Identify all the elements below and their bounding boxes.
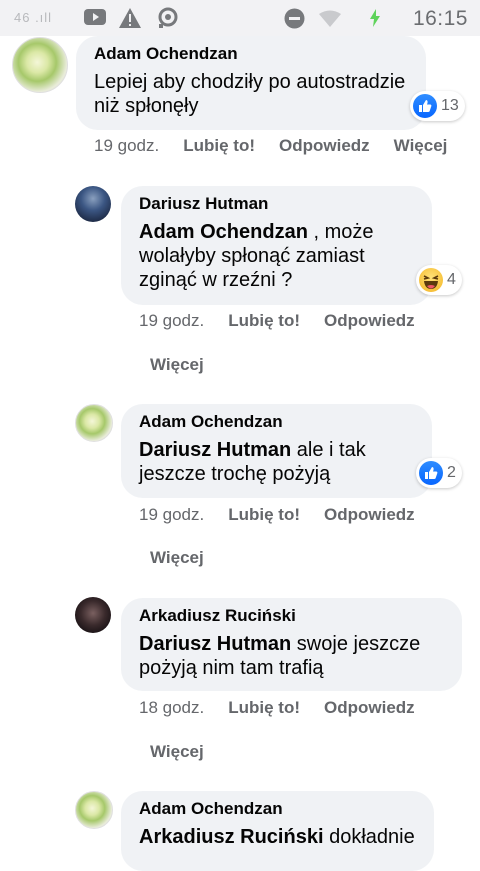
avatar[interactable] [75,597,111,633]
mention-link[interactable]: Arkadiusz Ruciński [139,826,324,848]
comment-text: Dariusz Hutman swoje jeszcze pożyją nim … [139,632,444,680]
like-button[interactable]: Lubię to! [183,136,255,156]
location-icon [156,7,180,34]
comment-bubble[interactable]: Adam Ochendzan Arkadiusz Ruciński dokład… [121,791,434,871]
signal-icon: 46 .ıll [14,10,53,25]
battery-icon [368,8,382,33]
reply-button[interactable]: Odpowiedz [279,136,370,156]
youtube-icon [84,8,106,31]
comment-actions: 19 godz. Lubię to! Odpowiedz Więcej [94,136,471,156]
comment-author[interactable]: Adam Ochendzan [139,799,416,819]
avatar[interactable] [12,37,68,93]
more-button[interactable]: Więcej [150,742,204,762]
comment-text: Adam Ochendzan , może wolałyby spłonąć z… [139,220,414,292]
comment-bubble[interactable]: Dariusz Hutman Adam Ochendzan , może wol… [121,186,432,305]
comment-author[interactable]: Arkadiusz Ruciński [139,606,444,626]
like-button[interactable]: Lubię to! [228,505,300,525]
status-bar: 46 .ıll 16:15 [0,0,480,36]
reply-button[interactable]: Odpowiedz [324,698,415,718]
reaction-count: 13 [441,97,459,114]
reply-button[interactable]: Odpowiedz [324,311,415,331]
more-button[interactable]: Więcej [394,136,448,156]
comment-time: 19 godz. [94,136,160,155]
reaction-count: 2 [447,464,456,481]
reaction-badge[interactable]: 13 [410,91,465,121]
wifi-icon [318,10,342,33]
like-button[interactable]: Lubię to! [228,311,300,331]
dnd-icon [284,8,305,34]
comment-time: 18 godz. [139,698,205,717]
like-button[interactable]: Lubię to! [228,698,300,718]
mention-link[interactable]: Adam Ochendzan [139,221,308,243]
avatar[interactable] [75,186,111,222]
mention-link[interactable]: Dariusz Hutman [139,633,291,655]
comment-bubble[interactable]: Adam Ochendzan Dariusz Hutman ale i tak … [121,404,432,498]
reaction-badge[interactable]: 4 [416,265,462,295]
comment-body: dokładnie [323,826,415,848]
comment-actions: 19 godz. Lubię to! Odpowiedz [139,505,439,525]
thumbs-up-icon [413,94,437,118]
warning-icon [118,7,142,34]
more-button[interactable]: Więcej [150,355,204,375]
haha-icon [419,268,443,292]
comment-text: Dariusz Hutman ale i tak jeszcze trochę … [139,438,414,486]
comment-bubble[interactable]: Adam Ochendzan Lepiej aby chodziły po au… [76,36,426,130]
comment-author[interactable]: Adam Ochendzan [94,44,408,64]
comment-actions: 19 godz. Lubię to! Odpowiedz [139,311,439,331]
status-time: 16:15 [412,7,468,30]
avatar[interactable] [75,404,113,442]
comment-time: 19 godz. [139,311,205,330]
comment-actions: 18 godz. Lubię to! Odpowiedz [139,698,439,718]
reaction-count: 4 [447,271,456,288]
comment-author[interactable]: Dariusz Hutman [139,194,414,214]
thumbs-up-icon [419,461,443,485]
mention-link[interactable]: Dariusz Hutman [139,439,291,461]
comment-text: Lepiej aby chodziły po autostradzie niż … [94,71,406,117]
avatar[interactable] [75,791,113,829]
reply-button[interactable]: Odpowiedz [324,505,415,525]
comment-author[interactable]: Adam Ochendzan [139,412,414,432]
reaction-badge[interactable]: 2 [416,458,462,488]
comment-time: 19 godz. [139,505,205,524]
more-button[interactable]: Więcej [150,548,204,568]
comment-bubble[interactable]: Arkadiusz Ruciński Dariusz Hutman swoje … [121,598,462,691]
comment-text: Arkadiusz Ruciński dokładnie [139,825,416,849]
